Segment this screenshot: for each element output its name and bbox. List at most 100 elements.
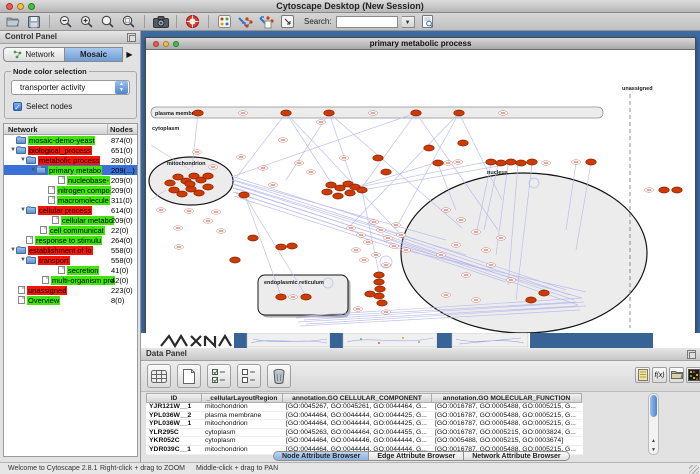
select-nodes-checkbox[interactable]: ✓ bbox=[13, 102, 22, 111]
graph-node[interactable] bbox=[659, 187, 669, 193]
graph-node[interactable] bbox=[345, 190, 355, 196]
zoom-fit-icon[interactable] bbox=[99, 14, 116, 29]
graph-node[interactable] bbox=[526, 297, 536, 303]
graph-node[interactable] bbox=[203, 173, 213, 179]
network-canvas[interactable]: plasma membranecytoplasmmitochondrionnuc… bbox=[146, 50, 695, 333]
table-column-header[interactable]: ID bbox=[146, 393, 202, 403]
table-row[interactable]: YKR052Ccytoplasm[GO:0044464, GO:0044446,… bbox=[146, 437, 583, 446]
scrollbar-thumb[interactable] bbox=[650, 395, 657, 417]
graph-node[interactable] bbox=[424, 145, 434, 151]
graph-node[interactable] bbox=[374, 279, 384, 285]
graph-node[interactable] bbox=[276, 294, 286, 300]
float-panel-icon[interactable] bbox=[687, 350, 696, 359]
graph-node[interactable] bbox=[248, 235, 258, 241]
graph-node[interactable] bbox=[230, 257, 240, 263]
new-attribute-icon[interactable] bbox=[177, 364, 201, 388]
network-tree-row[interactable]: ▼establishment of lo558(0) bbox=[4, 245, 137, 255]
zoom-out-icon[interactable] bbox=[57, 14, 74, 29]
advanced-search-icon[interactable] bbox=[419, 14, 436, 29]
tab-network-attribute-browser[interactable]: Network Attribute Browser bbox=[464, 451, 569, 461]
table-row[interactable]: YJR121W__1mitochondrion[GO:0045267, GO:0… bbox=[146, 403, 583, 412]
scroll-down-icon[interactable]: ▼ bbox=[649, 446, 658, 454]
open-icon[interactable] bbox=[4, 14, 21, 29]
table-row[interactable]: YPL036W__2plasma membrane[GO:0044464, GO… bbox=[146, 412, 583, 421]
graph-node[interactable] bbox=[377, 300, 387, 306]
import-attributes-icon[interactable] bbox=[669, 367, 684, 383]
graph-node[interactable] bbox=[203, 184, 213, 190]
graph-node[interactable] bbox=[381, 169, 391, 175]
table-column-header[interactable]: annotation.GO CELLULAR_COMPONENT bbox=[283, 393, 432, 403]
graph-node[interactable] bbox=[375, 286, 385, 292]
graph-node[interactable] bbox=[486, 159, 496, 165]
graph-node[interactable] bbox=[454, 110, 464, 116]
formula-builder-icon[interactable]: f(x) bbox=[652, 367, 667, 383]
export-network-icon[interactable] bbox=[258, 14, 275, 29]
graph-node[interactable] bbox=[672, 187, 682, 193]
graph-node[interactable] bbox=[357, 187, 367, 193]
graph-node[interactable] bbox=[373, 155, 383, 161]
search-input[interactable] bbox=[336, 16, 398, 28]
snapshot-icon[interactable] bbox=[152, 14, 169, 29]
tab-network[interactable]: Network bbox=[3, 47, 65, 62]
network-tree-row[interactable]: secretion41(0) bbox=[4, 265, 137, 275]
select-attributes-icon[interactable] bbox=[207, 364, 231, 388]
select-nodes-option[interactable]: ✓ Select nodes bbox=[13, 102, 72, 111]
network-tree-row[interactable]: ▼biological_process651(0) bbox=[4, 145, 137, 155]
save-icon[interactable] bbox=[25, 14, 42, 29]
network-tree-row[interactable]: mosaic-demo-yeast874(0) bbox=[4, 135, 137, 145]
graph-node[interactable] bbox=[374, 272, 384, 278]
network-tree-row[interactable]: response to stimulu264(0) bbox=[4, 235, 137, 245]
graph-node[interactable] bbox=[433, 160, 443, 166]
graph-node[interactable] bbox=[194, 190, 204, 196]
graph-node[interactable] bbox=[185, 181, 195, 187]
graph-node[interactable] bbox=[333, 193, 343, 199]
network-tree-row[interactable]: Overview8(0) bbox=[4, 295, 137, 305]
attribute-matrix-icon[interactable] bbox=[147, 364, 171, 388]
search-dropdown-button[interactable]: ▼ bbox=[402, 16, 415, 28]
annotation-icon[interactable] bbox=[279, 14, 296, 29]
table-row[interactable]: YLR295Ccytoplasm[GO:0045263, GO:0044464,… bbox=[146, 429, 583, 438]
network-tree-row[interactable]: ▼transport558(0) bbox=[4, 255, 137, 265]
network-tree-row[interactable]: ▼metabolic process280(0) bbox=[4, 155, 137, 165]
attribute-editor-icon[interactable] bbox=[635, 367, 650, 383]
graph-node[interactable] bbox=[193, 110, 203, 116]
graph-node[interactable] bbox=[458, 140, 468, 146]
vizmapper-icon[interactable] bbox=[216, 14, 233, 29]
graph-node[interactable] bbox=[324, 110, 334, 116]
graph-node[interactable] bbox=[165, 180, 175, 186]
resize-grip[interactable] bbox=[689, 465, 699, 474]
attribute-matrix-view-icon[interactable] bbox=[686, 367, 700, 383]
unselect-attributes-icon[interactable] bbox=[237, 364, 261, 388]
tab-node-attribute-browser[interactable]: Node Attribute Browser bbox=[273, 451, 369, 461]
import-network-icon[interactable] bbox=[237, 14, 254, 29]
network-tree-row[interactable]: nucleobase-209(0) bbox=[4, 175, 137, 185]
graph-node[interactable] bbox=[177, 191, 187, 197]
float-panel-icon[interactable] bbox=[127, 33, 136, 42]
scroll-up-icon[interactable]: ▲ bbox=[649, 437, 658, 445]
graph-node[interactable] bbox=[276, 244, 286, 250]
graph-node[interactable] bbox=[301, 294, 311, 300]
graph-node[interactable] bbox=[506, 159, 516, 165]
table-column-header[interactable]: _cellularLayoutRegion bbox=[202, 393, 283, 403]
graph-node[interactable] bbox=[322, 189, 332, 195]
graph-node[interactable] bbox=[365, 291, 375, 297]
graph-node[interactable] bbox=[516, 160, 526, 166]
network-tree-row[interactable]: nitrogen compo209(0) bbox=[4, 185, 137, 195]
graph-node[interactable] bbox=[287, 243, 297, 249]
tab-overflow-arrow[interactable]: ▶ bbox=[123, 47, 136, 62]
graph-node[interactable] bbox=[281, 110, 291, 116]
zoom-region-icon[interactable] bbox=[120, 14, 137, 29]
graph-node[interactable] bbox=[239, 192, 249, 198]
help-icon[interactable] bbox=[184, 14, 201, 29]
graph-node[interactable] bbox=[586, 159, 596, 165]
network-tree-row[interactable]: unassigned223(0) bbox=[4, 285, 137, 295]
graph-node[interactable] bbox=[527, 159, 537, 165]
graph-node[interactable] bbox=[411, 110, 421, 116]
zoom-in-icon[interactable] bbox=[78, 14, 95, 29]
table-row[interactable]: YPL036W__1mitochondrion[GO:0044464, GO:0… bbox=[146, 420, 583, 429]
network-tree-row[interactable]: cell communicat22(0) bbox=[4, 225, 137, 235]
network-window-titlebar[interactable]: primary metabolic process bbox=[146, 38, 695, 50]
table-scrollbar[interactable]: ▲ ▼ bbox=[648, 393, 659, 455]
delete-attribute-icon[interactable] bbox=[267, 364, 291, 388]
tab-edge-attribute-browser[interactable]: Edge Attribute Browser bbox=[369, 451, 464, 461]
